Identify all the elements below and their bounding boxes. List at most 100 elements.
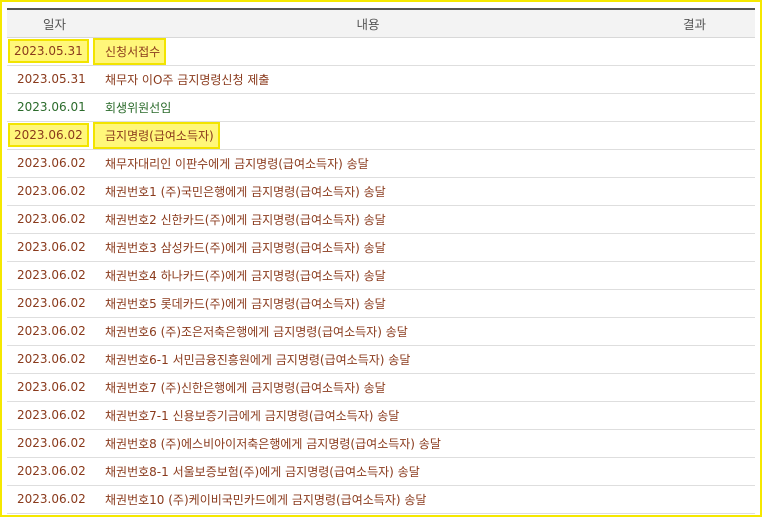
row-result [634, 261, 755, 290]
case-progress-table: 일자 내용 결과 2023.05.31 신청서접수 2023.05.31 채무자 이O… [7, 8, 755, 514]
table-row: 2023.06.02 채무자대리인 이판수에게 금지명령(급여소득자) 송달 [7, 149, 755, 178]
row-date: 2023.06.02 [7, 261, 102, 290]
row-result [634, 233, 755, 262]
row-content-text: 채권번호8 (주)에스비아이저축은행에게 금지명령(급여소득자) 송달 [105, 436, 441, 451]
table-row: 2023.06.02 채권번호10 (주)케이비국민카드에게 금지명령(급여소득자… [7, 485, 755, 514]
table-row: 2023.06.02 채권번호6-1 서민금융진흥원에게 금지명령(급여소득자) … [7, 345, 755, 374]
row-date-text: 2023.06.02 [17, 492, 86, 506]
table-row: 2023.06.02 채권번호8 (주)에스비아이저축은행에게 금지명령(급여소득… [7, 429, 755, 458]
row-date: 2023.06.02 [7, 121, 102, 150]
row-date: 2023.06.02 [7, 429, 102, 458]
row-content-text: 채권번호7 (주)신한은행에게 금지명령(급여소득자) 송달 [105, 380, 386, 395]
table-row: 2023.06.02 채권번호2 신한카드(주)에게 금지명령(급여소득자) 송달 [7, 205, 755, 234]
row-date: 2023.06.02 [7, 149, 102, 178]
row-date-text: 2023.06.01 [17, 100, 86, 114]
table-row: 2023.06.02 채권번호6 (주)조은저축은행에게 금지명령(급여소득자) … [7, 317, 755, 346]
screenshot-frame: 일자 내용 결과 2023.05.31 신청서접수 2023.05.31 채무자 이O… [0, 0, 762, 517]
header-date: 일자 [7, 8, 102, 38]
table-row: 2023.05.31 채무자 이O주 금지명령신청 제출 [7, 65, 755, 94]
row-date-text: 2023.05.31 [8, 39, 89, 63]
row-content: 채무자 이O주 금지명령신청 제출 [102, 65, 634, 94]
row-content: 채권번호8 (주)에스비아이저축은행에게 금지명령(급여소득자) 송달 [102, 429, 634, 458]
row-content-text: 채권번호8-1 서울보증보험(주)에게 금지명령(급여소득자) 송달 [105, 464, 420, 479]
row-date-text: 2023.06.02 [17, 436, 86, 450]
table-row: 2023.06.02 채권번호7-1 신용보증기금에게 금지명령(급여소득자) 송… [7, 401, 755, 430]
row-content-text: 채권번호6 (주)조은저축은행에게 금지명령(급여소득자) 송달 [105, 324, 408, 339]
row-content-text: 채무자 이O주 금지명령신청 제출 [105, 72, 270, 87]
table-row: 2023.06.02 채권번호8-1 서울보증보험(주)에게 금지명령(급여소득자… [7, 457, 755, 486]
row-content: 채권번호8-1 서울보증보험(주)에게 금지명령(급여소득자) 송달 [102, 457, 634, 486]
row-date-text: 2023.06.02 [17, 212, 86, 226]
row-date: 2023.06.02 [7, 345, 102, 374]
row-content: 채권번호2 신한카드(주)에게 금지명령(급여소득자) 송달 [102, 205, 634, 234]
table-row: 2023.05.31 신청서접수 [7, 37, 755, 66]
row-content: 신청서접수 [92, 37, 634, 66]
row-content: 채권번호6 (주)조은저축은행에게 금지명령(급여소득자) 송달 [102, 317, 634, 346]
row-date-text: 2023.06.02 [17, 268, 86, 282]
row-result [634, 93, 755, 122]
row-content-text: 회생위원선임 [105, 100, 172, 115]
row-date-text: 2023.06.02 [17, 184, 86, 198]
table-header-row: 일자 내용 결과 [7, 8, 755, 38]
row-result [634, 373, 755, 402]
row-content-text: 채무자대리인 이판수에게 금지명령(급여소득자) 송달 [105, 156, 369, 171]
row-date: 2023.06.02 [7, 317, 102, 346]
row-content: 채권번호5 롯데카드(주)에게 금지명령(급여소득자) 송달 [102, 289, 634, 318]
row-result [634, 457, 755, 486]
row-content-text: 채권번호4 하나카드(주)에게 금지명령(급여소득자) 송달 [105, 268, 386, 283]
row-result [634, 65, 755, 94]
row-date-text: 2023.06.02 [17, 240, 86, 254]
row-content: 채권번호6-1 서민금융진흥원에게 금지명령(급여소득자) 송달 [102, 345, 634, 374]
table-body: 2023.05.31 신청서접수 2023.05.31 채무자 이O주 금지명령신청 … [7, 37, 755, 514]
row-date-text: 2023.06.02 [17, 464, 86, 478]
table-row: 2023.06.02 채권번호3 삼성카드(주)에게 금지명령(급여소득자) 송달 [7, 233, 755, 262]
row-content-text: 채권번호7-1 신용보증기금에게 금지명령(급여소득자) 송달 [105, 408, 400, 423]
row-content-text: 채권번호3 삼성카드(주)에게 금지명령(급여소득자) 송달 [105, 240, 386, 255]
row-result [634, 345, 755, 374]
row-result [634, 317, 755, 346]
row-date: 2023.06.02 [7, 233, 102, 262]
table-row: 2023.06.01 회생위원선임 [7, 93, 755, 122]
row-result [634, 429, 755, 458]
row-content: 채무자대리인 이판수에게 금지명령(급여소득자) 송달 [102, 149, 634, 178]
row-result [634, 401, 755, 430]
row-content: 채권번호3 삼성카드(주)에게 금지명령(급여소득자) 송달 [102, 233, 634, 262]
row-date: 2023.05.31 [7, 37, 102, 66]
row-content-text: 채권번호1 (주)국민은행에게 금지명령(급여소득자) 송달 [105, 184, 386, 199]
table-row: 2023.06.02 채권번호7 (주)신한은행에게 금지명령(급여소득자) 송달 [7, 373, 755, 402]
row-content: 채권번호7 (주)신한은행에게 금지명령(급여소득자) 송달 [102, 373, 634, 402]
row-content-text: 채권번호2 신한카드(주)에게 금지명령(급여소득자) 송달 [105, 212, 386, 227]
row-date-text: 2023.05.31 [17, 72, 86, 86]
row-content: 회생위원선임 [102, 93, 634, 122]
row-result [634, 149, 755, 178]
row-date-text: 2023.06.02 [17, 296, 86, 310]
row-content: 채권번호4 하나카드(주)에게 금지명령(급여소득자) 송달 [102, 261, 634, 290]
row-date-text: 2023.06.02 [17, 380, 86, 394]
row-date-text: 2023.06.02 [17, 324, 86, 338]
row-content-text: 신청서접수 [92, 37, 167, 65]
table-row: 2023.06.02 채권번호4 하나카드(주)에게 금지명령(급여소득자) 송달 [7, 261, 755, 290]
row-date-text: 2023.06.02 [17, 352, 86, 366]
header-result: 결과 [634, 8, 755, 38]
row-date: 2023.06.02 [7, 485, 102, 514]
row-content: 채권번호1 (주)국민은행에게 금지명령(급여소득자) 송달 [102, 177, 634, 206]
row-date: 2023.06.01 [7, 93, 102, 122]
row-result [634, 289, 755, 318]
row-date: 2023.06.02 [7, 373, 102, 402]
row-content-text: 채권번호10 (주)케이비국민카드에게 금지명령(급여소득자) 송달 [105, 492, 427, 507]
row-content-text: 채권번호5 롯데카드(주)에게 금지명령(급여소득자) 송달 [105, 296, 386, 311]
table-row: 2023.06.02 채권번호1 (주)국민은행에게 금지명령(급여소득자) 송달 [7, 177, 755, 206]
row-date: 2023.06.02 [7, 205, 102, 234]
row-content: 채권번호7-1 신용보증기금에게 금지명령(급여소득자) 송달 [102, 401, 634, 430]
row-result [634, 485, 755, 514]
row-date: 2023.05.31 [7, 65, 102, 94]
row-date: 2023.06.02 [7, 401, 102, 430]
row-result [634, 37, 755, 66]
row-content: 금지명령(급여소득자) [93, 121, 634, 150]
row-result [634, 121, 755, 150]
row-content-text: 금지명령(급여소득자) [93, 121, 220, 149]
row-date: 2023.06.02 [7, 177, 102, 206]
row-content-text: 채권번호6-1 서민금융진흥원에게 금지명령(급여소득자) 송달 [105, 352, 411, 367]
row-date: 2023.06.02 [7, 457, 102, 486]
row-content: 채권번호10 (주)케이비국민카드에게 금지명령(급여소득자) 송달 [102, 485, 634, 514]
